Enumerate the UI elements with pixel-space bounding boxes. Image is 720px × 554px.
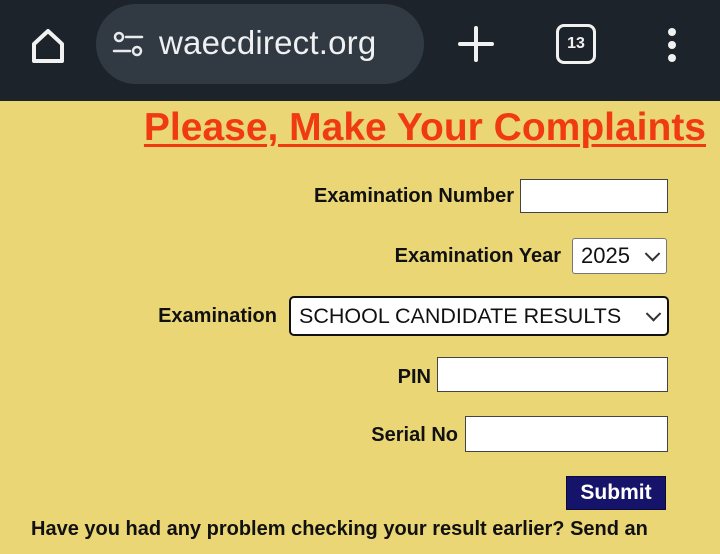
- exam-year-select[interactable]: 2025: [572, 238, 667, 274]
- tune-icon[interactable]: [112, 30, 144, 58]
- more-menu-button[interactable]: [660, 24, 684, 64]
- page-headline[interactable]: Please, Make Your Complaints: [144, 106, 706, 150]
- plus-icon: [458, 26, 494, 62]
- exam-year-selected: 2025: [581, 243, 630, 268]
- address-bar[interactable]: waecdirect.org: [96, 4, 424, 84]
- pin-label: PIN: [397, 366, 431, 388]
- submit-button[interactable]: Submit: [566, 476, 666, 510]
- home-icon: [32, 29, 64, 63]
- home-button[interactable]: [22, 24, 74, 68]
- exam-label: Examination: [158, 305, 277, 327]
- serial-no-input[interactable]: [465, 416, 668, 452]
- tab-switcher-icon: 13: [556, 24, 596, 64]
- serial-no-label: Serial No: [371, 424, 458, 446]
- exam-type-select[interactable]: SCHOOL CANDIDATE RESULTS: [289, 296, 669, 336]
- url-text[interactable]: waecdirect.org: [159, 24, 376, 62]
- tab-switcher-button[interactable]: 13: [556, 24, 596, 64]
- exam-type-selected: SCHOOL CANDIDATE RESULTS: [299, 303, 622, 328]
- help-text: Have you had any problem checking your r…: [31, 518, 648, 540]
- new-tab-button[interactable]: [452, 20, 500, 68]
- pin-input[interactable]: [437, 357, 668, 392]
- chevron-down-icon: [644, 246, 661, 262]
- exam-number-label: Examination Number: [313, 185, 514, 207]
- chevron-down-icon: [645, 306, 662, 322]
- exam-year-label: Examination Year: [394, 245, 561, 267]
- browser-toolbar: waecdirect.org 13: [0, 0, 720, 101]
- exam-number-input[interactable]: [520, 179, 668, 213]
